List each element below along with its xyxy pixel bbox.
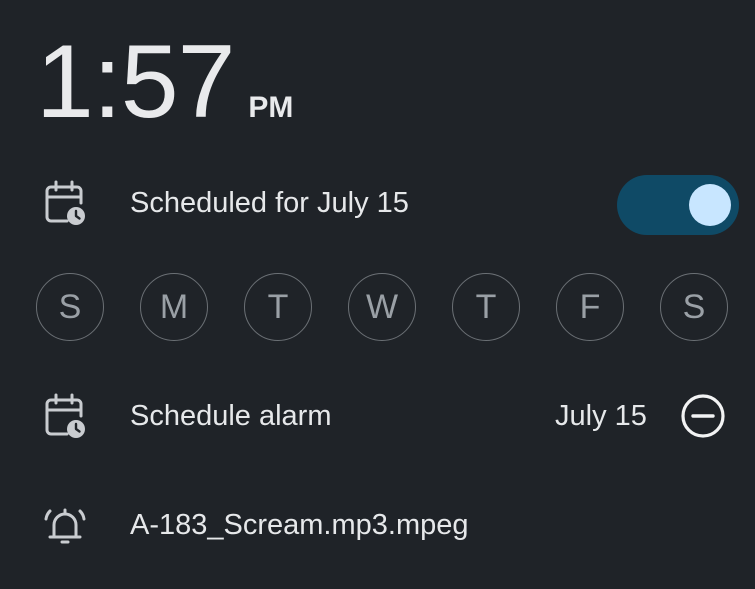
alarm-sound-label: A-183_Scream.mp3.mpeg bbox=[130, 508, 469, 541]
alarm-sound-row[interactable]: A-183_Scream.mp3.mpeg bbox=[0, 497, 755, 553]
day-wednesday[interactable]: W bbox=[348, 273, 416, 341]
calendar-clock-icon bbox=[40, 391, 90, 441]
schedule-alarm-row[interactable]: Schedule alarm July 15 bbox=[0, 388, 755, 444]
schedule-alarm-label: Schedule alarm bbox=[130, 399, 332, 432]
scheduled-label: Scheduled for July 15 bbox=[130, 186, 409, 219]
alarm-bell-icon bbox=[40, 500, 90, 550]
day-friday[interactable]: F bbox=[556, 273, 624, 341]
remove-circle-icon[interactable] bbox=[679, 392, 727, 440]
day-saturday[interactable]: S bbox=[660, 273, 728, 341]
alarm-time[interactable]: 1:57 PM bbox=[36, 30, 293, 134]
alarm-detail-screen: 1:57 PM Scheduled for July 15 S M T W T … bbox=[0, 0, 755, 589]
toggle-knob bbox=[689, 184, 731, 226]
schedule-toggle[interactable] bbox=[617, 175, 739, 235]
alarm-time-value[interactable]: 1:57 bbox=[36, 30, 235, 134]
scheduled-row[interactable]: Scheduled for July 15 bbox=[0, 175, 755, 235]
day-thursday[interactable]: T bbox=[452, 273, 520, 341]
calendar-clock-icon bbox=[40, 178, 90, 228]
day-monday[interactable]: M bbox=[140, 273, 208, 341]
schedule-date[interactable]: July 15 bbox=[555, 400, 647, 433]
weekday-selector: S M T W T F S bbox=[36, 273, 736, 345]
alarm-ampm: PM bbox=[248, 91, 294, 124]
day-tuesday[interactable]: T bbox=[244, 273, 312, 341]
day-sunday[interactable]: S bbox=[36, 273, 104, 341]
